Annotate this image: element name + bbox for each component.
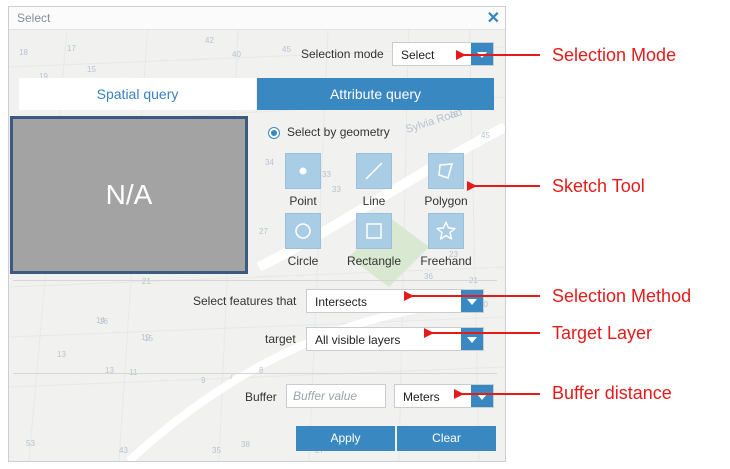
annotation-buffer-distance: Buffer distance <box>552 383 672 403</box>
annotation-selection-method: Selection Method <box>552 286 692 306</box>
annotation-selection-mode: Selection Mode <box>552 45 677 65</box>
annotation-target-layer: Target Layer <box>552 323 653 343</box>
annotation-sketch-tool: Sketch Tool <box>552 176 645 196</box>
